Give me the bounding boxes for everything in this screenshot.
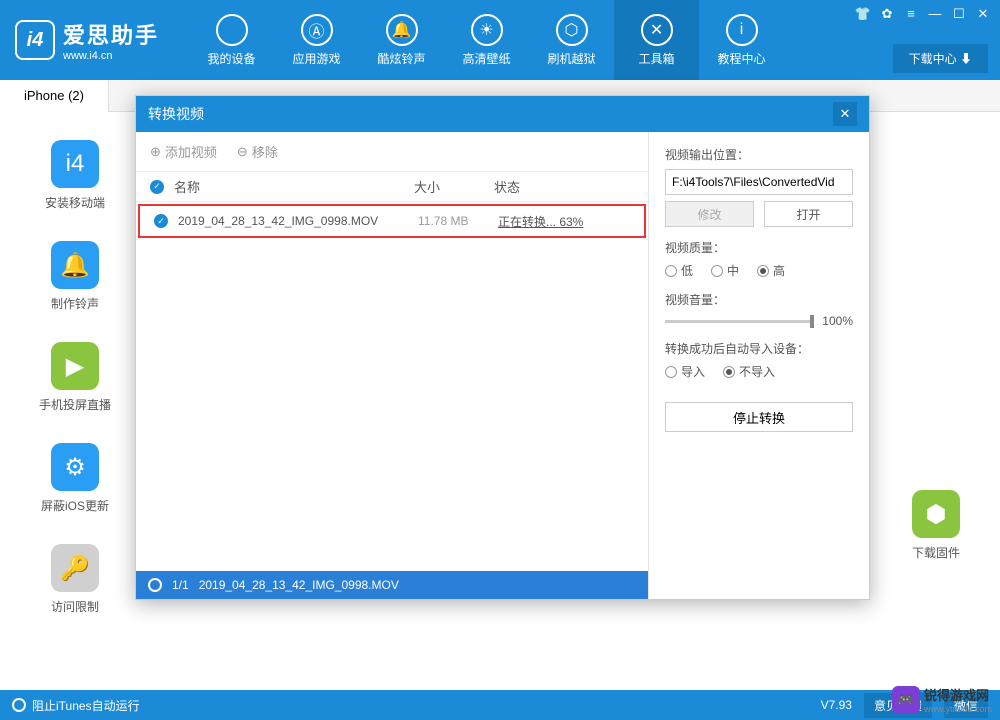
tool-block-update[interactable]: ⚙屏蔽iOS更新 [41,443,109,514]
tool-download-firmware[interactable]: ⬢ 下载固件 [912,490,960,561]
device-tab[interactable]: iPhone (2) [0,80,109,112]
version-label: V7.93 [821,698,852,712]
nav-toolbox[interactable]: ✕工具箱 [614,0,699,80]
toggle-icon[interactable] [12,698,26,712]
output-path-input[interactable] [665,169,853,195]
modify-button[interactable]: 修改 [665,201,754,227]
quality-high-radio[interactable]: 高 [757,262,785,279]
add-video-button[interactable]: ⊕添加视频 [150,142,217,161]
dialog-left-panel: ⊕添加视频 ⊖移除 ✓ 名称 大小 状态 ✓ 2019_04_28_13_42_… [136,132,649,599]
dialog-title: 转换视频 [148,104,204,124]
logo-icon: i4 [15,20,55,60]
volume-value: 100% [822,314,853,328]
table-header: ✓ 名称 大小 状态 [136,172,648,202]
volume-slider[interactable] [665,320,814,323]
info-icon: i [726,14,758,46]
nav-jailbreak[interactable]: ⬡刷机越狱 [529,0,614,80]
download-center-button[interactable]: 下载中心 ⬇ [893,44,988,73]
itunes-block-label[interactable]: 阻止iTunes自动运行 [32,697,140,714]
row-status: 正在转换... 63% [498,213,630,230]
import-yes-radio[interactable]: 导入 [665,363,705,380]
dialog-titlebar: 转换视频 ✕ [136,96,869,132]
volume-label: 视频音量： [665,291,853,308]
tool-screen-cast[interactable]: ▶手机投屏直播 [39,342,111,413]
box-icon: ⬡ [556,14,588,46]
quality-low-radio[interactable]: 低 [665,262,693,279]
watermark-icon: 🎮 [892,686,920,714]
nav-wallpapers[interactable]: ☀高清壁纸 [444,0,529,80]
import-no-radio[interactable]: 不导入 [723,363,775,380]
progress-file: 2019_04_28_13_42_IMG_0998.MOV [199,578,399,592]
image-icon: ☀ [471,14,503,46]
play-icon: ▶ [51,342,99,390]
convert-video-dialog: 转换视频 ✕ ⊕添加视频 ⊖移除 ✓ 名称 大小 状态 ✓ 2019_04_28… [135,95,870,600]
stop-convert-button[interactable]: 停止转换 [665,402,853,432]
row-size: 11.78 MB [418,214,498,228]
row-checkbox[interactable]: ✓ [154,214,168,228]
main-nav: 我的设备 Ⓐ应用游戏 🔔酷炫铃声 ☀高清壁纸 ⬡刷机越狱 ✕工具箱 i教程中心 [189,0,784,80]
cube-icon: ⬢ [912,490,960,538]
nav-ringtones[interactable]: 🔔酷炫铃声 [359,0,444,80]
skin-icon[interactable]: 👕 [854,6,872,20]
logo-subtitle: www.i4.cn [63,50,159,62]
spinner-icon [148,578,162,592]
tool-install-mobile[interactable]: i4安装移动端 [45,140,105,211]
app-header: i4 爱思助手 www.i4.cn 我的设备 Ⓐ应用游戏 🔔酷炫铃声 ☀高清壁纸… [0,0,1000,80]
th-size: 大小 [414,177,494,196]
tools-icon: ✕ [641,14,673,46]
th-status: 状态 [494,177,634,196]
watermark-url: www.ytruida.com [924,704,992,714]
quality-mid-radio[interactable]: 中 [711,262,739,279]
remove-button[interactable]: ⊖移除 [237,142,278,161]
row-filename: 2019_04_28_13_42_IMG_0998.MOV [178,214,418,228]
table-row[interactable]: ✓ 2019_04_28_13_42_IMG_0998.MOV 11.78 MB… [138,204,646,238]
logo: i4 爱思助手 www.i4.cn [15,18,159,62]
progress-bar: 1/1 2019_04_28_13_42_IMG_0998.MOV [136,571,648,599]
menu-icon[interactable]: ≡ [902,6,920,20]
progress-count: 1/1 [172,578,189,592]
minimize-icon[interactable]: — [926,6,944,20]
bell-plus-icon: 🔔 [51,241,99,289]
logo-title: 爱思助手 [63,18,159,50]
settings-icon[interactable]: ✿ [878,6,896,20]
i4-icon: i4 [51,140,99,188]
watermark-title: 锐得游戏网 [924,685,992,704]
gear-icon: ⚙ [51,443,99,491]
import-label: 转换成功后自动导入设备： [665,340,853,357]
th-name: 名称 [174,177,414,196]
nav-tutorials[interactable]: i教程中心 [699,0,784,80]
appstore-icon: Ⓐ [301,14,333,46]
open-button[interactable]: 打开 [764,201,853,227]
tool-access-restrict[interactable]: 🔑访问限制 [51,544,99,615]
dialog-close-button[interactable]: ✕ [833,102,857,126]
watermark: 🎮 锐得游戏网 www.ytruida.com [892,685,992,714]
bell-icon: 🔔 [386,14,418,46]
titlebar-buttons: 👕 ✿ ≡ — ☐ ✕ [854,6,992,20]
remove-icon: ⊖ [237,144,248,160]
close-icon[interactable]: ✕ [974,6,992,20]
key-icon: 🔑 [51,544,99,592]
nav-apps[interactable]: Ⓐ应用游戏 [274,0,359,80]
tool-make-ringtone[interactable]: 🔔制作铃声 [51,241,99,312]
dialog-toolbar: ⊕添加视频 ⊖移除 [136,132,648,172]
select-all-checkbox[interactable]: ✓ [150,180,164,194]
add-icon: ⊕ [150,144,161,160]
status-bar: 阻止iTunes自动运行 V7.93 意见反馈 微信 [0,690,1000,720]
tool-sidebar: i4安装移动端 🔔制作铃声 ▶手机投屏直播 ⚙屏蔽iOS更新 🔑访问限制 [30,140,120,615]
quality-label: 视频质量： [665,239,853,256]
dialog-right-panel: 视频输出位置： 修改 打开 视频质量： 低 中 高 视频音量： [649,132,869,599]
output-path-label: 视频输出位置： [665,146,853,163]
apple-icon [216,14,248,46]
nav-my-device[interactable]: 我的设备 [189,0,274,80]
maximize-icon[interactable]: ☐ [950,6,968,20]
